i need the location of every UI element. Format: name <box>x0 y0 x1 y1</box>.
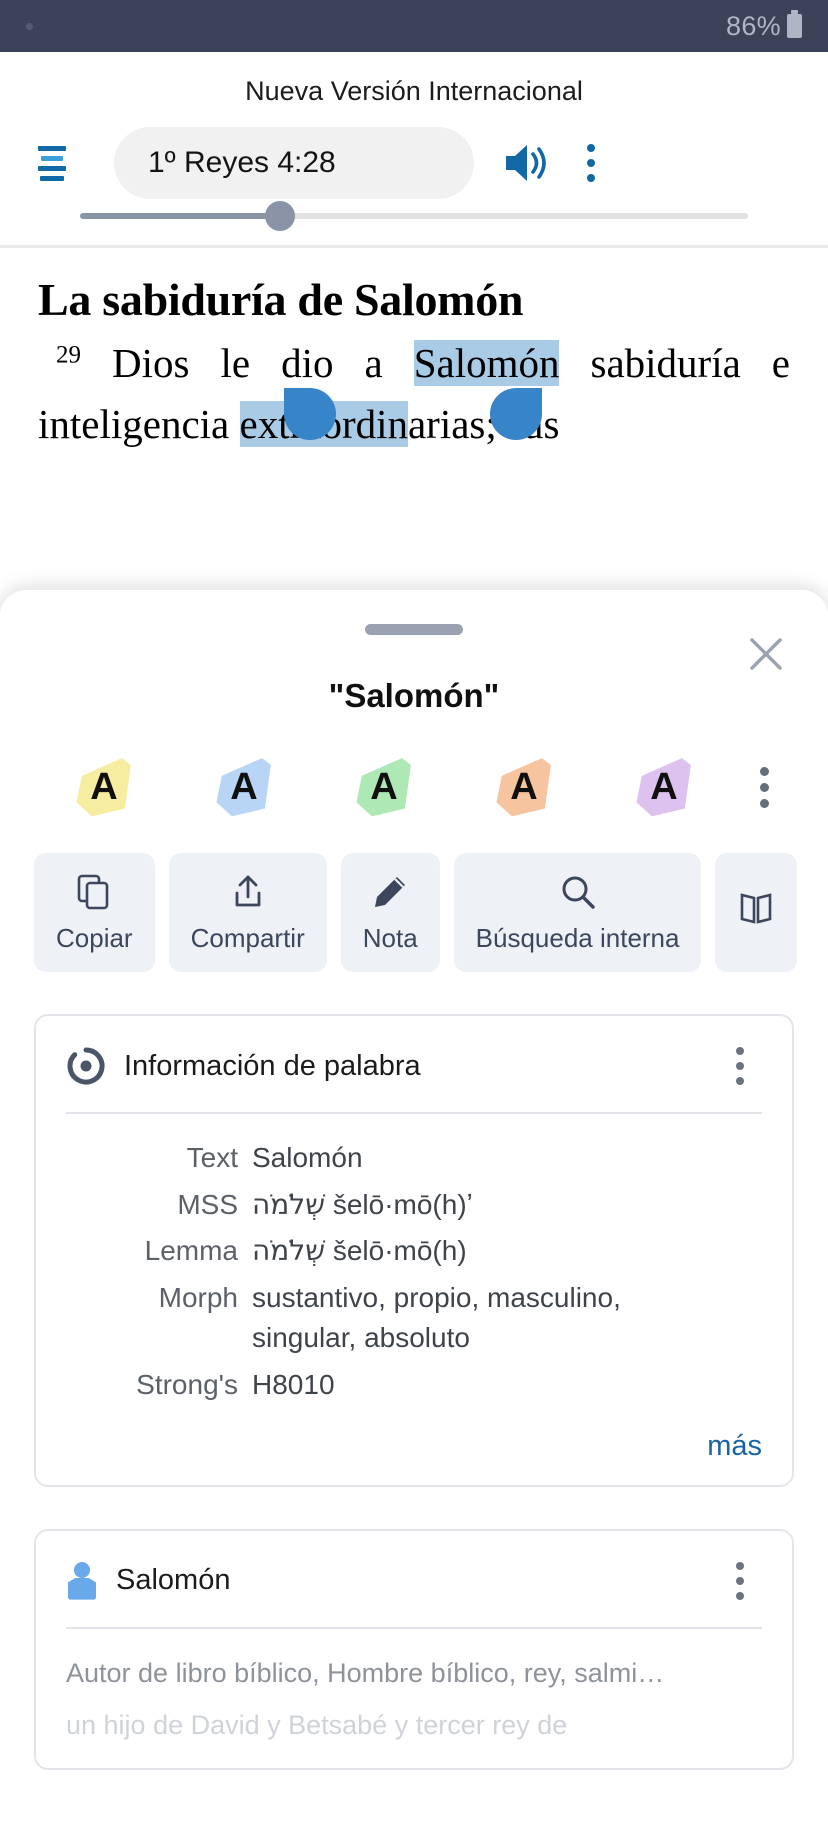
highlight-orange-button[interactable]: A <box>454 751 594 823</box>
row-key: Morph <box>158 1281 238 1313</box>
word-info-row: Strong's H8010 <box>66 1365 762 1406</box>
person-icon <box>66 1561 98 1600</box>
status-bar: 86% <box>0 0 828 52</box>
hebrew-text: שְׁלֹמֹה <box>252 1234 326 1268</box>
word-info-row: MSS שְׁלֹמֹה šelō·mō(h)ʼ <box>66 1185 762 1226</box>
word-detail-bottom-sheet: "Salomón" A A A A A Copiar Compartir Not… <box>0 590 828 1840</box>
person-card-kebab-icon[interactable] <box>718 1557 762 1605</box>
reading-progress-slider[interactable] <box>0 201 828 245</box>
action-button-row: Copiar Compartir Nota Búsqueda interna <box>0 823 828 972</box>
word-info-row: Lemma שְׁלֹמֹה šelō·mō(h) <box>66 1231 762 1272</box>
word-info-card-title: Información de palabra <box>124 1049 421 1082</box>
share-icon <box>235 875 261 907</box>
hebrew-text: שְׁלֹמֹה <box>252 1187 326 1221</box>
highlight-purple-icon: A <box>635 759 693 815</box>
row-key: MSS <box>177 1188 238 1220</box>
speaker-volume-glyph <box>506 145 546 181</box>
highlight-blue-icon: A <box>215 759 273 815</box>
word-info-more-link[interactable]: más <box>66 1412 762 1463</box>
hamburger-menu-icon[interactable] <box>24 135 80 191</box>
card-divider <box>66 1112 762 1114</box>
row-value: H8010 <box>252 1368 335 1400</box>
transliteration: šelō·mō(h)ʼ <box>332 1188 473 1220</box>
word-info-card-header: Información de palabra <box>66 1042 762 1112</box>
row-value: Salomón <box>252 1142 363 1173</box>
verse-paragraph[interactable]: 29 Dios le dio a Salomón sabiduría e int… <box>38 333 790 456</box>
sheet-title: "Salomón" <box>328 677 500 714</box>
status-bar-left <box>26 22 726 30</box>
row-value: שְׁלֹמֹה šelō·mō(h)ʼ <box>252 1185 473 1226</box>
highlight-letter: A <box>370 766 398 808</box>
row-key: Lemma <box>144 1235 238 1267</box>
pencil-icon <box>375 877 406 907</box>
person-card-header: Salomón <box>66 1557 762 1627</box>
selection-handle-right[interactable] <box>490 388 542 440</box>
share-button-label: Compartir <box>190 923 305 953</box>
highlight-letter: A <box>90 766 118 808</box>
navigation-row: 1º Reyes 4:28 <box>0 121 828 205</box>
header-kebab-menu-icon[interactable] <box>568 131 614 195</box>
progress-track[interactable] <box>80 201 748 231</box>
word-info-card: Información de palabra Text Salomón MSS … <box>34 1014 794 1487</box>
selection-handle-left[interactable] <box>284 388 336 440</box>
transliteration: šelō·mō(h) <box>332 1235 467 1267</box>
verse-text-after: sabiduría <box>559 339 741 386</box>
row-value: שְׁלֹמֹה šelō·mō(h) <box>252 1231 467 1272</box>
highlight-yellow-button[interactable]: A <box>34 751 174 823</box>
row-key: Strong's <box>136 1368 238 1400</box>
bible-reference-label: 1º Reyes 4:28 <box>148 146 336 179</box>
internal-search-button[interactable]: Búsqueda interna <box>453 853 702 972</box>
highlight-letter: A <box>230 766 258 808</box>
book-icon <box>741 892 772 924</box>
selected-word-highlight[interactable]: Salomón <box>413 339 560 386</box>
word-info-row: Text Salomón <box>66 1138 762 1179</box>
close-x-glyph <box>750 638 782 670</box>
highlight-purple-button[interactable]: A <box>594 751 734 823</box>
more-action-button[interactable] <box>715 853 798 972</box>
status-bar-right: 86% <box>726 10 802 42</box>
person-card-description-secondary: un hijo de David y Betsabé y tercer rey … <box>66 1710 568 1741</box>
person-card: Salomón Autor de libro bíblico, Hombre b… <box>34 1528 794 1770</box>
person-card-description: Autor de libro bíblico, Hombre bíblico, … <box>66 1657 665 1688</box>
close-x-icon[interactable] <box>742 630 790 678</box>
highlight-green-button[interactable]: A <box>314 751 454 823</box>
highlight-blue-button[interactable]: A <box>174 751 314 823</box>
highlight-letter: A <box>510 766 538 808</box>
copy-button-label: Copiar <box>56 923 133 953</box>
share-button[interactable]: Compartir <box>168 853 327 972</box>
notification-dot <box>26 22 33 30</box>
highlight-orange-icon: A <box>495 759 553 815</box>
logos-circle-icon <box>67 1047 105 1085</box>
note-button[interactable]: Nota <box>340 853 440 972</box>
scripture-text-area[interactable]: La sabiduría de Salomón 29 Dios le dio a… <box>0 248 828 456</box>
search-icon <box>562 876 595 909</box>
progress-fill <box>80 213 281 219</box>
copy-button[interactable]: Copiar <box>34 853 155 972</box>
section-heading: La sabiduría de Salomón <box>38 274 524 325</box>
highlight-green-icon: A <box>355 759 413 815</box>
note-button-label: Nota <box>362 923 418 953</box>
battery-percent-label: 86% <box>726 10 781 41</box>
row-value: sustantivo, propio, masculino, singular,… <box>252 1281 621 1354</box>
verse-text-before: Dios le dio a <box>81 339 414 386</box>
verse-number: 29 <box>56 341 81 369</box>
internal-search-button-label: Búsqueda interna <box>475 923 680 953</box>
bible-version-title[interactable]: Nueva Versión Internacional <box>0 70 828 121</box>
speaker-volume-icon[interactable] <box>496 131 560 195</box>
highlight-color-row: A A A A A <box>0 715 828 823</box>
person-card-title: Salomón <box>116 1564 231 1597</box>
sheet-drag-handle[interactable] <box>365 624 463 635</box>
highlight-overflow-kebab-icon[interactable] <box>734 751 794 823</box>
copy-icon <box>77 874 109 910</box>
highlight-letter: A <box>650 766 678 808</box>
word-info-kebab-icon[interactable] <box>718 1042 762 1090</box>
word-info-row: Morph sustantivo, propio, masculino, sin… <box>66 1278 762 1359</box>
bible-reference-button[interactable]: 1º Reyes 4:28 <box>114 127 474 199</box>
progress-thumb[interactable] <box>265 201 296 231</box>
row-key: Text <box>186 1142 238 1173</box>
battery-icon <box>787 10 802 38</box>
highlight-yellow-icon: A <box>75 759 133 815</box>
app-header: Nueva Versión Internacional 1º Reyes 4:2… <box>0 52 828 248</box>
card-divider <box>66 1626 762 1629</box>
